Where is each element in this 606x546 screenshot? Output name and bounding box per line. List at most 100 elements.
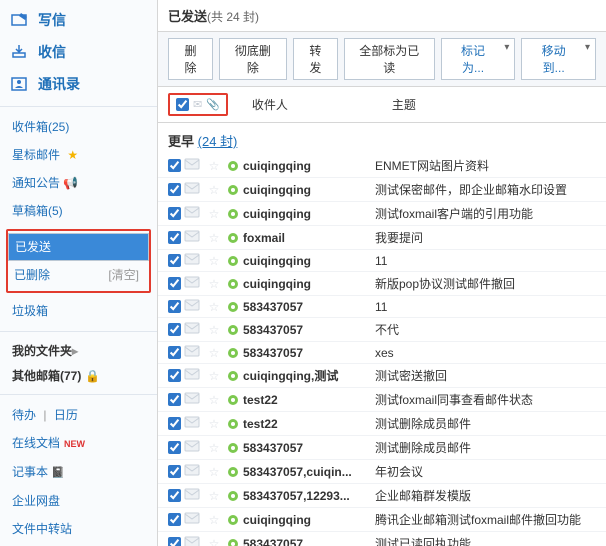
star-outline-icon[interactable]: ☆ bbox=[203, 254, 225, 268]
sidebar-item-inbox[interactable]: 收件箱(25) bbox=[0, 113, 157, 141]
row-checkbox[interactable] bbox=[168, 277, 181, 290]
star-outline-icon[interactable]: ☆ bbox=[203, 369, 225, 383]
row-checkbox[interactable] bbox=[168, 465, 181, 478]
star-outline-icon[interactable]: ☆ bbox=[203, 183, 225, 197]
markread-button[interactable]: 全部标为已读 bbox=[344, 38, 435, 80]
row-checkbox[interactable] bbox=[168, 489, 181, 502]
row-checkbox[interactable] bbox=[168, 513, 181, 526]
compose-button[interactable]: 写信 bbox=[0, 4, 157, 36]
sidebar-notes[interactable]: 记事本 📓 bbox=[0, 458, 157, 487]
row-checkbox[interactable] bbox=[168, 346, 181, 359]
receive-button[interactable]: 收信 bbox=[0, 36, 157, 68]
row-checkbox[interactable] bbox=[168, 231, 181, 244]
star-outline-icon[interactable]: ☆ bbox=[203, 513, 225, 527]
star-outline-icon[interactable]: ☆ bbox=[203, 441, 225, 455]
row-recipient: cuiqingqing,测试 bbox=[241, 367, 371, 384]
sidebar-myfolders[interactable]: 我的文件夹 ▸ bbox=[0, 338, 157, 363]
table-row[interactable]: ☆583437057xes bbox=[158, 342, 606, 364]
group-count-link[interactable]: (24 封) bbox=[198, 134, 238, 149]
star-outline-icon[interactable]: ☆ bbox=[203, 417, 225, 431]
envelope-icon bbox=[181, 299, 203, 314]
col-subject[interactable]: 主题 bbox=[392, 96, 416, 113]
row-checkbox[interactable] bbox=[168, 300, 181, 313]
star-outline-icon[interactable]: ☆ bbox=[203, 300, 225, 314]
star-icon: ★ bbox=[64, 148, 78, 162]
status-dot-icon bbox=[225, 348, 241, 358]
row-checkbox[interactable] bbox=[168, 207, 181, 220]
todo-link[interactable]: 待办 bbox=[12, 408, 36, 422]
table-row[interactable]: ☆test22测试删除成员邮件 bbox=[158, 412, 606, 436]
row-checkbox[interactable] bbox=[168, 537, 181, 546]
star-outline-icon[interactable]: ☆ bbox=[203, 346, 225, 360]
contacts-label: 通讯录 bbox=[38, 74, 80, 94]
sidebar-onlinedoc[interactable]: 在线文档NEW bbox=[0, 429, 157, 458]
table-row[interactable]: ☆cuiqingqing测试保密邮件，即企业邮箱水印设置 bbox=[158, 178, 606, 202]
table-row[interactable]: ☆cuiqingqing11 bbox=[158, 250, 606, 272]
sidebar-todo-calendar[interactable]: 待办 | 日历 bbox=[0, 401, 157, 429]
sidebar-item-sent[interactable]: 已发送 bbox=[8, 233, 149, 261]
envelope-icon bbox=[181, 512, 203, 527]
table-row[interactable]: ☆cuiqingqing测试foxmail客户端的引用功能 bbox=[158, 202, 606, 226]
sidebar-item-notice[interactable]: 通知公告 📢 bbox=[0, 169, 157, 197]
sidebar-item-starred[interactable]: 星标邮件 ★ bbox=[0, 141, 157, 169]
table-row[interactable]: ☆cuiqingqing新版pop协议测试邮件撤回 bbox=[158, 272, 606, 296]
group-earlier: 更早 (24 封) bbox=[158, 123, 606, 154]
row-checkbox[interactable] bbox=[168, 159, 181, 172]
star-outline-icon[interactable]: ☆ bbox=[203, 207, 225, 221]
table-row[interactable]: ☆583437057,12293...企业邮箱群发模版 bbox=[158, 484, 606, 508]
select-all-checkbox[interactable] bbox=[176, 98, 189, 111]
star-outline-icon[interactable]: ☆ bbox=[203, 159, 225, 173]
table-row[interactable]: ☆cuiqingqing,测试测试密送撤回 bbox=[158, 364, 606, 388]
calendar-link[interactable]: 日历 bbox=[54, 408, 78, 422]
main-panel: 已发送(共 24 封) 删除 彻底删除 转发 全部标为已读 标记为... 移动到… bbox=[158, 0, 606, 546]
table-row[interactable]: ☆583437057,cuiqin...年初会议 bbox=[158, 460, 606, 484]
star-outline-icon[interactable]: ☆ bbox=[203, 231, 225, 245]
row-checkbox[interactable] bbox=[168, 369, 181, 382]
purge-button[interactable]: 彻底删除 bbox=[219, 38, 287, 80]
markas-select[interactable]: 标记为... bbox=[441, 38, 516, 80]
table-row[interactable]: ☆58343705711 bbox=[158, 296, 606, 318]
status-dot-icon bbox=[225, 395, 241, 405]
envelope-icon bbox=[181, 230, 203, 245]
table-row[interactable]: ☆583437057不代 bbox=[158, 318, 606, 342]
envelope-icon bbox=[181, 253, 203, 268]
sidebar-otherbox[interactable]: 其他邮箱(77)🔒 bbox=[0, 363, 157, 388]
table-row[interactable]: ☆ 583437057测试已读回执功能 bbox=[158, 532, 606, 546]
star-outline-icon[interactable]: ☆ bbox=[203, 393, 225, 407]
table-row[interactable]: ☆cuiqingqingENMET网站图片资料 bbox=[158, 154, 606, 178]
star-outline-icon[interactable]: ☆ bbox=[203, 465, 225, 479]
row-subject: 测试已读回执功能 bbox=[371, 535, 596, 546]
row-subject: 新版pop协议测试邮件撤回 bbox=[371, 275, 596, 292]
table-row[interactable]: ☆test22测试foxmail同事查看邮件状态 bbox=[158, 388, 606, 412]
sidebar-netdisk[interactable]: 企业网盘 bbox=[0, 487, 157, 515]
star-outline-icon[interactable]: ☆ bbox=[203, 489, 225, 503]
forward-button[interactable]: 转发 bbox=[293, 38, 338, 80]
row-checkbox[interactable] bbox=[168, 254, 181, 267]
star-outline-icon[interactable]: ☆ bbox=[203, 537, 225, 546]
row-checkbox[interactable] bbox=[168, 441, 181, 454]
moveto-select[interactable]: 移动到... bbox=[521, 38, 596, 80]
row-checkbox[interactable] bbox=[168, 183, 181, 196]
row-checkbox[interactable] bbox=[168, 417, 181, 430]
col-recipient[interactable]: 收件人 bbox=[252, 96, 382, 113]
contacts-button[interactable]: 通讯录 bbox=[0, 68, 157, 100]
table-row[interactable]: ☆cuiqingqing腾讯企业邮箱测试foxmail邮件撤回功能 bbox=[158, 508, 606, 532]
table-row[interactable]: ☆foxmail我要提问 bbox=[158, 226, 606, 250]
sidebar-item-trash[interactable]: 垃圾箱 bbox=[0, 297, 157, 325]
sidebar-filestation[interactable]: 文件中转站 bbox=[0, 515, 157, 543]
deleted-clear-link[interactable]: [清空] bbox=[108, 265, 139, 285]
row-subject: 11 bbox=[371, 254, 596, 268]
star-outline-icon[interactable]: ☆ bbox=[203, 277, 225, 291]
delete-button[interactable]: 删除 bbox=[168, 38, 213, 80]
row-checkbox[interactable] bbox=[168, 393, 181, 406]
sidebar-item-deleted[interactable]: 已删除 [清空] bbox=[8, 261, 149, 289]
status-dot-icon bbox=[225, 302, 241, 312]
envelope-icon bbox=[181, 158, 203, 173]
star-outline-icon[interactable]: ☆ bbox=[203, 323, 225, 337]
row-recipient: 583437057 bbox=[241, 537, 371, 546]
table-row[interactable]: ☆583437057测试删除成员邮件 bbox=[158, 436, 606, 460]
note-icon: 📓 bbox=[51, 467, 65, 479]
sidebar-item-drafts[interactable]: 草稿箱(5) bbox=[0, 197, 157, 225]
mail-list[interactable]: 更早 (24 封) ☆cuiqingqingENMET网站图片资料☆cuiqin… bbox=[158, 123, 606, 546]
row-checkbox[interactable] bbox=[168, 323, 181, 336]
